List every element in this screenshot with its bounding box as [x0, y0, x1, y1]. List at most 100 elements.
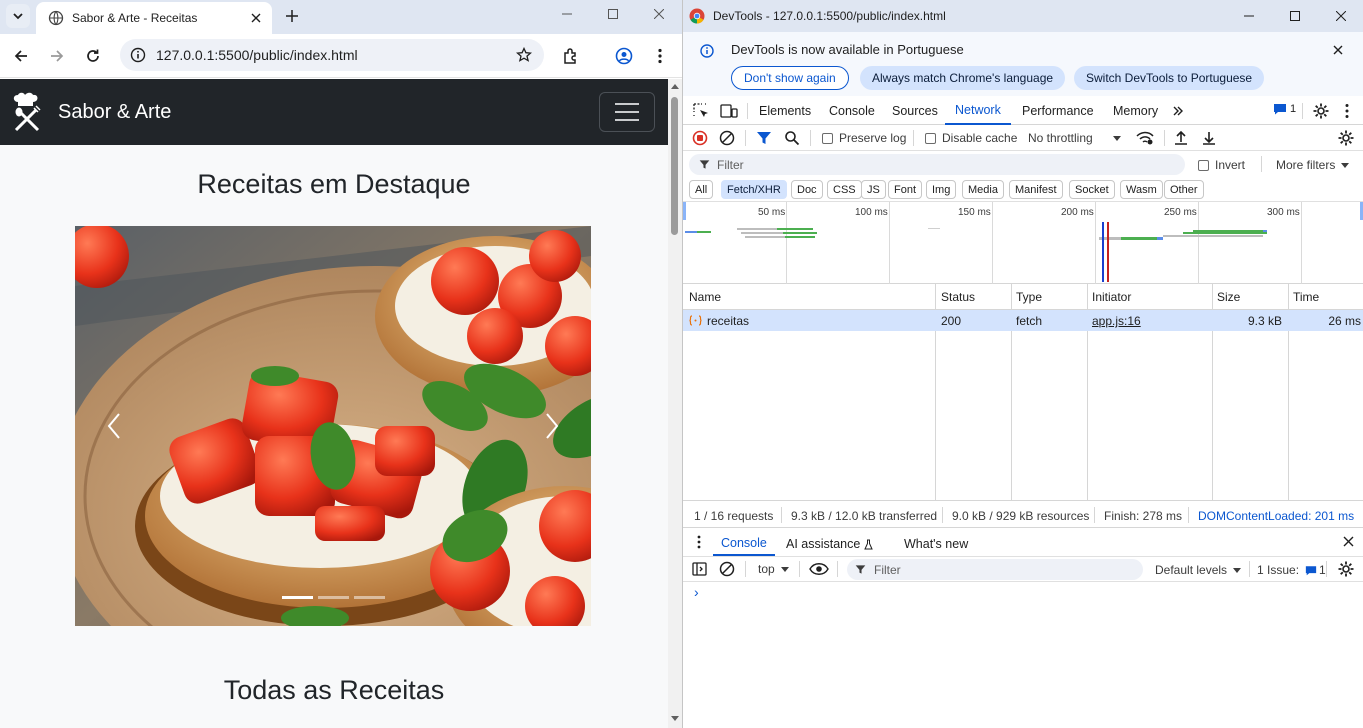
extensions-button[interactable] [557, 42, 585, 70]
address-bar[interactable]: 127.0.0.1:5500/public/index.html [120, 39, 544, 71]
brand-link[interactable]: Sabor & Arte [10, 92, 171, 132]
type-filter-other[interactable]: Other [1164, 180, 1204, 199]
console-filter-input[interactable]: Filter [847, 559, 1143, 580]
web-page: Sabor & Arte Receitas em Destaque Todas … [0, 79, 668, 728]
more-tabs-icon[interactable] [1172, 105, 1184, 117]
navbar-toggler-button[interactable] [599, 92, 655, 132]
minimize-button[interactable] [544, 0, 590, 28]
preserve-log-checkbox[interactable]: Preserve log [822, 131, 906, 145]
profile-button[interactable] [610, 42, 638, 70]
type-filter-css[interactable]: CSS [827, 180, 862, 199]
sidebar-toggle-icon[interactable] [692, 562, 708, 576]
tab-console[interactable]: Console [829, 97, 875, 125]
recipe-carousel[interactable] [75, 226, 591, 626]
network-overview-timeline[interactable]: 50 ms 100 ms 150 ms 200 ms 250 ms 300 ms [683, 202, 1363, 284]
disable-cache-checkbox[interactable]: Disable cache [925, 131, 1017, 145]
new-tab-button[interactable] [280, 4, 304, 28]
column-initiator[interactable]: Initiator [1092, 290, 1131, 304]
carousel-indicator[interactable] [282, 596, 313, 599]
table-row[interactable]: receitas 200 fetch app.js:16 9.3 kB 26 m… [683, 310, 1363, 331]
throttling-select[interactable]: No throttling [1028, 131, 1121, 145]
type-filter-doc[interactable]: Doc [791, 180, 823, 199]
context-selector[interactable]: top [758, 562, 789, 576]
stop-recording-icon[interactable] [692, 130, 708, 146]
always-match-language-button[interactable]: Always match Chrome's language [860, 66, 1066, 90]
import-har-icon[interactable] [1174, 130, 1188, 146]
close-tab-icon[interactable] [248, 10, 264, 26]
console-settings-icon[interactable] [1337, 560, 1355, 578]
column-name[interactable]: Name [689, 290, 721, 304]
type-filter-fetch-xhr[interactable]: Fetch/XHR [721, 180, 787, 199]
inspect-element-icon[interactable] [693, 103, 709, 119]
overview-left-handle[interactable] [683, 202, 686, 220]
console-issues-counter[interactable]: 1 Issue: 1 [1257, 563, 1326, 577]
column-status[interactable]: Status [941, 290, 975, 304]
search-icon[interactable] [784, 130, 800, 146]
tab-search-button[interactable] [6, 4, 30, 28]
close-infobar-icon[interactable] [1333, 45, 1343, 55]
close-window-button[interactable] [636, 0, 682, 28]
forward-button[interactable] [43, 42, 71, 70]
tab-network[interactable]: Network [945, 97, 1011, 125]
column-time[interactable]: Time [1293, 290, 1319, 304]
column-size[interactable]: Size [1217, 290, 1240, 304]
carousel-next-button[interactable] [537, 406, 567, 446]
issues-counter[interactable]: 1 [1273, 103, 1296, 115]
tab-memory[interactable]: Memory [1113, 97, 1158, 125]
drawer-tab-ai-assistance[interactable]: AI assistance [786, 532, 874, 556]
site-info-icon[interactable] [130, 47, 146, 63]
browser-menu-button[interactable] [646, 42, 674, 70]
filter-funnel-icon[interactable] [756, 130, 772, 146]
drawer-menu-icon[interactable] [697, 535, 701, 549]
type-filter-manifest[interactable]: Manifest [1009, 180, 1063, 199]
devtools-maximize-button[interactable] [1272, 2, 1318, 30]
device-toolbar-icon[interactable] [720, 103, 738, 119]
plus-icon [286, 10, 298, 22]
type-filter-js[interactable]: JS [861, 180, 886, 199]
invert-checkbox[interactable]: Invert [1198, 158, 1245, 172]
bookmark-star-icon[interactable] [516, 47, 532, 63]
devtools-menu-icon[interactable] [1345, 103, 1349, 119]
switch-to-portuguese-button[interactable]: Switch DevTools to Portuguese [1074, 66, 1265, 90]
back-button[interactable] [7, 42, 35, 70]
export-har-icon[interactable] [1202, 130, 1216, 146]
reload-button[interactable] [79, 42, 107, 70]
page-scrollbar[interactable] [668, 79, 682, 728]
console-prompt[interactable]: › [694, 584, 699, 600]
drawer-tab-console[interactable]: Console [713, 532, 775, 556]
browser-tab[interactable]: Sabor & Arte - Receitas [36, 2, 272, 34]
carousel-indicator[interactable] [354, 596, 385, 599]
tab-performance[interactable]: Performance [1022, 97, 1094, 125]
type-filter-socket[interactable]: Socket [1069, 180, 1115, 199]
drawer-tab-whats-new[interactable]: What's new [904, 532, 968, 556]
clear-console-icon[interactable] [719, 561, 735, 577]
devtools-close-button[interactable] [1318, 2, 1363, 30]
column-type[interactable]: Type [1016, 290, 1042, 304]
more-filters-dropdown[interactable]: More filters [1276, 158, 1350, 172]
settings-gear-icon[interactable] [1312, 102, 1330, 120]
type-filter-media[interactable]: Media [962, 180, 1004, 199]
dont-show-again-button[interactable]: Don't show again [731, 66, 849, 90]
close-drawer-icon[interactable] [1343, 536, 1354, 547]
scroll-up-icon[interactable] [671, 83, 679, 89]
tab-sources[interactable]: Sources [892, 97, 938, 125]
tab-elements[interactable]: Elements [759, 97, 811, 125]
flask-icon [864, 539, 874, 549]
type-filter-font[interactable]: Font [888, 180, 923, 199]
network-settings-icon[interactable] [1337, 129, 1355, 147]
request-initiator-link[interactable]: app.js:16 [1092, 314, 1141, 328]
log-levels-dropdown[interactable]: Default levels [1155, 563, 1242, 577]
scrollbar-thumb[interactable] [671, 97, 678, 235]
network-conditions-icon[interactable] [1136, 130, 1154, 146]
clear-icon[interactable] [719, 130, 735, 146]
carousel-indicator[interactable] [318, 596, 349, 599]
type-filter-wasm[interactable]: Wasm [1120, 180, 1163, 199]
maximize-button[interactable] [590, 0, 636, 28]
devtools-minimize-button[interactable] [1226, 2, 1272, 30]
network-filter-input[interactable]: Filter [689, 154, 1185, 175]
carousel-prev-button[interactable] [99, 406, 129, 446]
scroll-down-icon[interactable] [671, 716, 679, 722]
type-filter-img[interactable]: Img [926, 180, 957, 199]
type-filter-all[interactable]: All [689, 180, 714, 199]
live-expression-eye-icon[interactable] [809, 562, 829, 576]
